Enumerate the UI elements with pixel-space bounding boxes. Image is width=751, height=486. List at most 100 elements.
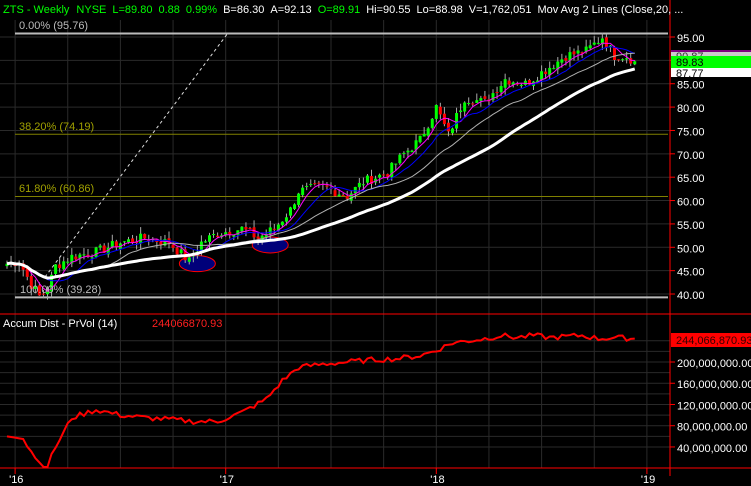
time-tick-label: '19 — [641, 474, 655, 486]
candle-body — [345, 195, 349, 199]
candle-body — [337, 194, 341, 197]
candle-body — [621, 59, 625, 61]
candle-body — [613, 46, 616, 60]
candle-body — [361, 184, 365, 186]
fib-label-0: 0.00% (95.76) — [19, 20, 88, 32]
candle-body — [143, 234, 147, 239]
ad-tick-label: 40,000,000.00 — [677, 443, 747, 455]
candle-body — [90, 257, 94, 259]
candle-body — [625, 58, 629, 60]
candle-body — [617, 59, 621, 61]
candle-body — [244, 226, 248, 230]
candle-body — [54, 264, 58, 274]
price-tick-label: 60.00 — [677, 197, 705, 209]
candle-body — [268, 227, 272, 235]
candle-body — [471, 103, 475, 105]
candle-body — [171, 244, 175, 248]
candle-body — [451, 128, 454, 134]
candle-body — [74, 256, 78, 260]
candle-body — [341, 194, 345, 196]
candle-body — [58, 264, 62, 268]
ad-value: 244066870.93 — [152, 318, 222, 330]
price-tick-label: 75.00 — [677, 126, 705, 138]
price-tick-label: 95.00 — [677, 33, 705, 45]
fib-label-100: 100.00% (39.28) — [20, 284, 101, 296]
candle-body — [216, 235, 220, 238]
fib-label-382: 38.20% (74.19) — [19, 121, 94, 133]
candle-body — [305, 185, 309, 187]
candle-body — [272, 228, 276, 230]
moving-average-5 — [6, 42, 635, 292]
candle-body — [98, 245, 102, 248]
candle-body — [297, 193, 301, 205]
candle-body — [495, 91, 499, 94]
price-tick-label: 85.00 — [677, 80, 705, 92]
candle-body — [378, 174, 382, 178]
candle-body — [293, 204, 297, 209]
candle-body — [284, 217, 288, 222]
candle-body — [175, 247, 179, 255]
candle-body — [467, 102, 471, 104]
candle-body — [317, 182, 321, 184]
candle-body — [527, 80, 531, 85]
candle-body — [179, 249, 183, 254]
candle-body — [398, 154, 402, 164]
candle-body — [333, 190, 337, 197]
candle-body — [475, 100, 479, 103]
price-tick-label: 70.00 — [677, 150, 705, 162]
candle-body — [459, 110, 463, 113]
price-tick-label: 65.00 — [677, 173, 705, 185]
candle-body — [289, 207, 292, 216]
ad-tag: 244,066,870.93 — [676, 335, 751, 347]
candle-body — [633, 61, 637, 65]
candle-body — [301, 187, 305, 196]
ad-tick-label: 80,000,000.00 — [677, 422, 747, 434]
price-tick-label: 80.00 — [677, 103, 705, 115]
fibonacci-levels — [15, 32, 668, 299]
moving-average-20 — [6, 52, 635, 279]
candle-body — [564, 57, 568, 61]
candle-body — [507, 80, 511, 85]
candle-body — [479, 98, 483, 101]
candle-body — [552, 68, 556, 70]
time-tick-label: '17 — [220, 474, 234, 486]
candle-body — [256, 236, 260, 239]
candle-body — [127, 239, 130, 243]
header-line: ZTS - Weekly NYSE L=89.80 0.88 0.99% B=86.30 A… — [3, 4, 683, 16]
ad-title: Accum Dist - PrVol (14) — [3, 318, 117, 330]
candle-body — [240, 226, 244, 232]
candle-body — [430, 118, 434, 128]
candle-body — [483, 96, 487, 99]
candle-body — [463, 102, 467, 112]
candle-body — [544, 71, 548, 74]
fib-label-618: 61.80% (60.86) — [19, 183, 94, 195]
candle-body — [139, 233, 143, 244]
stock-chart: 95.0090.0085.0080.0075.0070.0065.0060.00… — [0, 0, 751, 486]
candle-body — [382, 174, 386, 176]
candle-body — [503, 79, 507, 88]
candle-body — [122, 241, 126, 243]
candle-body — [434, 104, 438, 119]
candle-body — [422, 134, 426, 137]
candle-body — [280, 221, 284, 226]
candle-body — [325, 185, 329, 187]
ad-tick-label: 160,000,000.00 — [677, 379, 751, 391]
candle-body — [131, 238, 135, 243]
time-tick-label: '16 — [9, 474, 23, 486]
candle-body — [394, 163, 398, 165]
ad-tick-label: 120,000,000.00 — [677, 400, 751, 412]
candle-body — [159, 241, 163, 245]
candle-body — [187, 257, 191, 262]
ad-tick-label: 200,000,000.00 — [677, 358, 751, 370]
candle-body — [309, 184, 313, 186]
candle-body — [499, 85, 503, 93]
candle-body — [588, 45, 592, 49]
candle-body — [353, 186, 357, 194]
candle-body — [365, 175, 369, 183]
candle-body — [446, 122, 450, 132]
candle-body — [560, 59, 564, 63]
candle-body — [402, 152, 406, 154]
moving-averages — [6, 42, 636, 292]
candle-body — [406, 150, 410, 153]
candle-body — [418, 135, 422, 143]
